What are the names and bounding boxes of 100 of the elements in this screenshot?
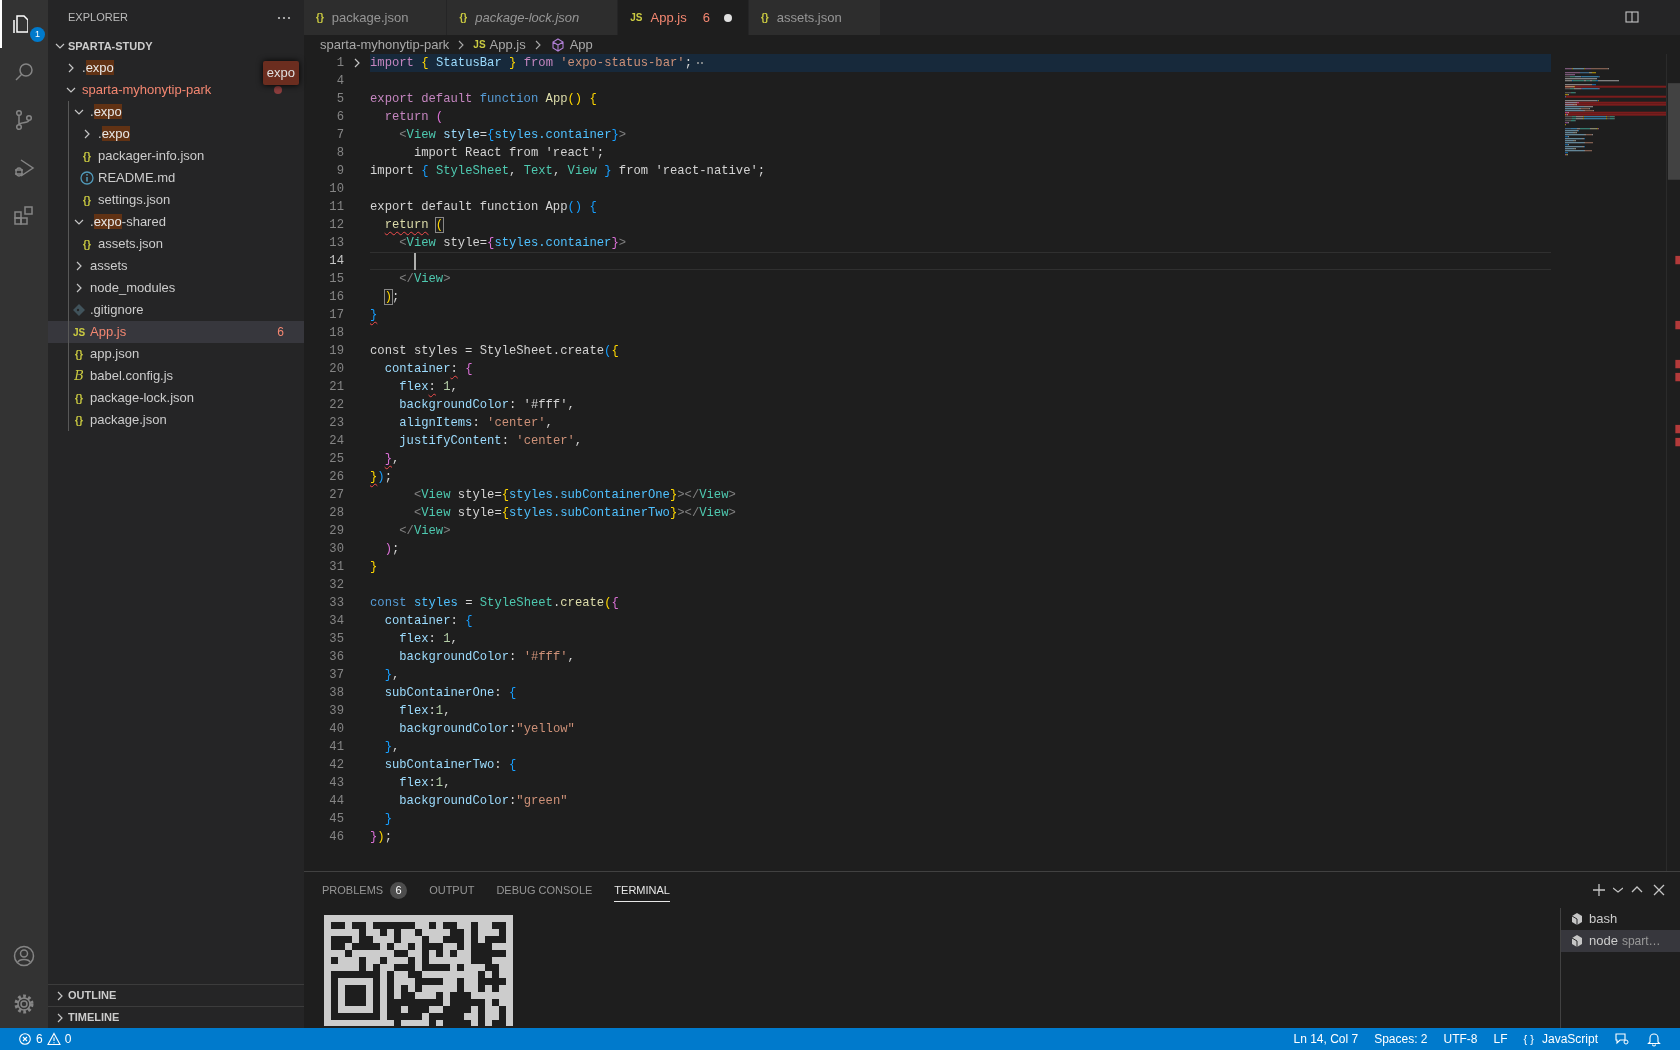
code-line: <View style={styles.container}> [398, 127, 628, 144]
code-line: <View style={styles.subContainerOne}></View> [412, 487, 737, 504]
code-line: }, [383, 667, 401, 684]
section-header[interactable]: OUTLINE [48, 984, 304, 1006]
terminal-icon [1569, 911, 1585, 927]
status-item[interactable]: UTF-8 [1435, 1030, 1486, 1048]
split-editor-icon[interactable] [1624, 9, 1640, 25]
breadcrumb-item[interactable]: sparta-myhonytip-park [320, 34, 450, 55]
code-line: }, [383, 451, 401, 468]
status-item[interactable]: { } JavaScript [1515, 1030, 1606, 1048]
file-item[interactable]: {} assets.json [48, 233, 304, 255]
notification-badge: 1 [30, 27, 45, 42]
extensions-icon[interactable] [12, 204, 36, 228]
code-line: return ( [383, 217, 445, 234]
code-line: } [370, 307, 379, 324]
code-line: import React from 'react'; [412, 145, 606, 162]
line-number: 36 [328, 649, 344, 666]
file-item[interactable]: {} settings.json [48, 189, 304, 211]
folder-item[interactable]: .expo-shared [48, 211, 304, 233]
status-item[interactable]: Ln 14, Col 7 [1285, 1030, 1367, 1048]
terminal-session[interactable]: bash [1561, 908, 1680, 930]
line-number: 37 [328, 667, 344, 684]
panel-tab[interactable]: OUTPUT [429, 877, 475, 903]
line-number: 27 [328, 487, 344, 504]
file-type-icon: {} [79, 192, 95, 208]
file-item[interactable]: .gitignore [48, 299, 304, 321]
breadcrumb-item[interactable]: JS App.js [473, 34, 526, 55]
files-icon[interactable] [12, 15, 28, 33]
code-line: container: { [383, 613, 474, 630]
status-item[interactable]: LF [1485, 1030, 1516, 1048]
folder-item[interactable]: .expo [48, 101, 304, 123]
editor-tab[interactable]: JS App.js 6 [618, 0, 749, 35]
file-item[interactable]: {} package-lock.json [48, 387, 304, 409]
line-number: 20 [328, 361, 344, 378]
file-item[interactable]: README.md [48, 167, 304, 189]
feedback-icon[interactable] [1614, 1031, 1630, 1047]
file-item[interactable]: {} app.json [48, 343, 304, 365]
line-number: 9 [335, 163, 344, 180]
bell-icon[interactable] [1646, 1031, 1662, 1047]
line-number: 43 [328, 775, 344, 792]
status-item[interactable]: Spaces: 2 [1366, 1030, 1436, 1048]
line-number: 17 [328, 307, 344, 324]
folder-item[interactable]: .expo [48, 123, 304, 145]
line-number: 45 [328, 811, 344, 828]
line-number: 15 [328, 271, 344, 288]
line-number: 6 [335, 109, 344, 126]
line-number: 14 [328, 253, 344, 270]
code-line: import { StyleSheet, Text, View } from 'react-native'; [370, 163, 767, 180]
line-number: 34 [328, 613, 344, 630]
code-line: ); [383, 541, 401, 558]
line-number: 26 [328, 469, 344, 486]
line-number: 40 [328, 721, 344, 738]
editor-tab[interactable]: {} assets.json [748, 0, 881, 35]
line-number: 31 [328, 559, 344, 576]
folder-item[interactable]: node_modules [48, 277, 304, 299]
settings-icon[interactable] [12, 992, 36, 1016]
problem-count: 6 [277, 324, 284, 341]
file-item[interactable]: JS App.js 6 [48, 321, 304, 343]
run-debug-icon[interactable] [12, 156, 36, 180]
line-number: 13 [328, 235, 344, 252]
panel-tab[interactable]: PROBLEMS 6 [322, 877, 408, 903]
close-icon[interactable] [1651, 882, 1667, 898]
code-line: alignItems: 'center', [398, 415, 554, 432]
line-number: 16 [328, 289, 344, 306]
line-number: 35 [328, 631, 344, 648]
line-number: 11 [328, 199, 344, 216]
line-number: 5 [335, 91, 344, 108]
code-line: } [370, 559, 379, 576]
file-item[interactable]: {} package.json [48, 409, 304, 431]
folder-item[interactable]: assets [48, 255, 304, 277]
plus-icon[interactable] [1591, 882, 1607, 898]
code-line: }, [383, 739, 401, 756]
code-line: subContainerTwo: { [383, 757, 518, 774]
problems-status[interactable]: 6 0 [10, 1030, 80, 1048]
line-number: 24 [328, 433, 344, 450]
file-type-icon: {} [459, 10, 468, 25]
file-item[interactable]: {} packager-info.json [48, 145, 304, 167]
file-type-icon: {} [316, 10, 324, 25]
editor-tab[interactable]: {} package-lock.json [447, 0, 619, 35]
code-line: }); [370, 829, 393, 846]
code-line: flex:1, [398, 703, 452, 720]
terminal-icon [1569, 933, 1585, 949]
code-line: </View> [398, 523, 452, 540]
line-number: 12 [328, 217, 344, 234]
code-line: flex: 1, [398, 379, 459, 396]
account-icon[interactable] [12, 944, 36, 968]
code-line: export default function App() { [370, 91, 598, 108]
terminal-session[interactable]: node spart… [1561, 930, 1680, 952]
error-icon [18, 1032, 32, 1046]
file-type-icon: {} [79, 236, 95, 252]
panel-tab[interactable]: TERMINAL [614, 877, 670, 903]
file-item[interactable]: B babel.config.js [48, 365, 304, 387]
filter-field[interactable]: expo [262, 61, 299, 85]
workspace-header[interactable]: SPARTA-STUDY [48, 35, 304, 57]
code-line: backgroundColor: '#fff', [398, 649, 576, 666]
warning-icon [46, 1032, 61, 1046]
code-line: }); [370, 469, 393, 486]
editor-tab[interactable]: {} package.json [304, 0, 448, 35]
breadcrumb-item[interactable]: App [549, 34, 593, 55]
panel-tab[interactable]: DEBUG CONSOLE [496, 877, 593, 903]
